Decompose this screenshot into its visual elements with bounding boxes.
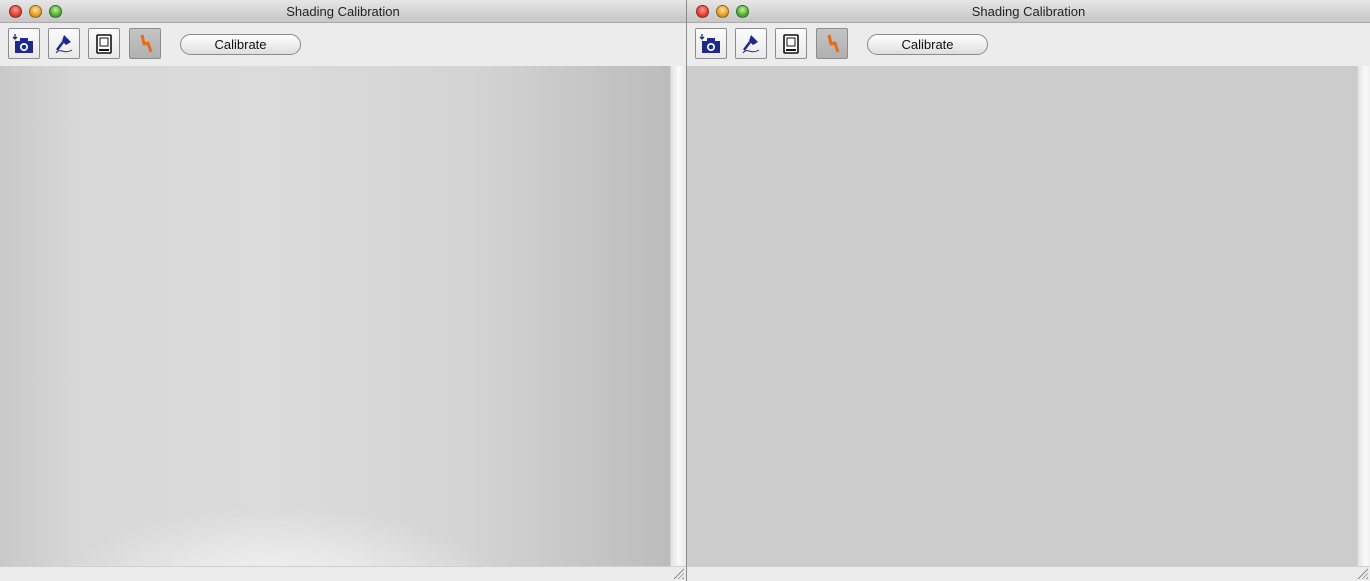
camera-capture-icon (699, 33, 720, 53)
toolbar: Calibrate (0, 24, 686, 66)
toolbar: Calibrate (687, 24, 1370, 66)
window-title: Shading Calibration (971, 4, 1086, 19)
calibration-tool-icon (140, 34, 153, 52)
display-button[interactable] (775, 28, 807, 59)
capture-button[interactable] (695, 28, 727, 59)
resize-grip-icon[interactable] (1357, 568, 1368, 579)
title-bar[interactable]: Shading Calibration (0, 0, 686, 23)
vertical-scrollbar[interactable] (670, 66, 684, 566)
display-button[interactable] (88, 28, 120, 59)
resize-grip-icon[interactable] (673, 568, 684, 579)
corrected-image-view[interactable] (687, 66, 1357, 566)
calibration-tool-button[interactable] (816, 28, 848, 59)
shading-image-view[interactable] (0, 66, 670, 566)
monitor-icon (783, 33, 799, 54)
status-bar (0, 566, 686, 581)
pen-tool-icon (742, 34, 760, 53)
camera-capture-icon (12, 33, 33, 53)
pen-tool-button[interactable] (48, 28, 80, 59)
title-bar[interactable]: Shading Calibration (687, 0, 1370, 23)
calibrate-button[interactable]: Calibrate (867, 34, 988, 55)
status-bar (687, 566, 1370, 581)
pen-tool-icon (55, 34, 73, 53)
shading-calibration-window-left: Shading Calibration Calibrate (0, 0, 686, 581)
calibrate-button[interactable]: Calibrate (180, 34, 301, 55)
monitor-icon (96, 33, 112, 54)
calibration-tool-icon (827, 34, 840, 52)
vertical-scrollbar[interactable] (1357, 66, 1370, 566)
pen-tool-button[interactable] (735, 28, 767, 59)
shading-calibration-window-right: Shading Calibration Calibrate (686, 0, 1370, 581)
window-title: Shading Calibration (286, 4, 400, 19)
capture-button[interactable] (8, 28, 40, 59)
calibration-tool-button[interactable] (129, 28, 161, 59)
